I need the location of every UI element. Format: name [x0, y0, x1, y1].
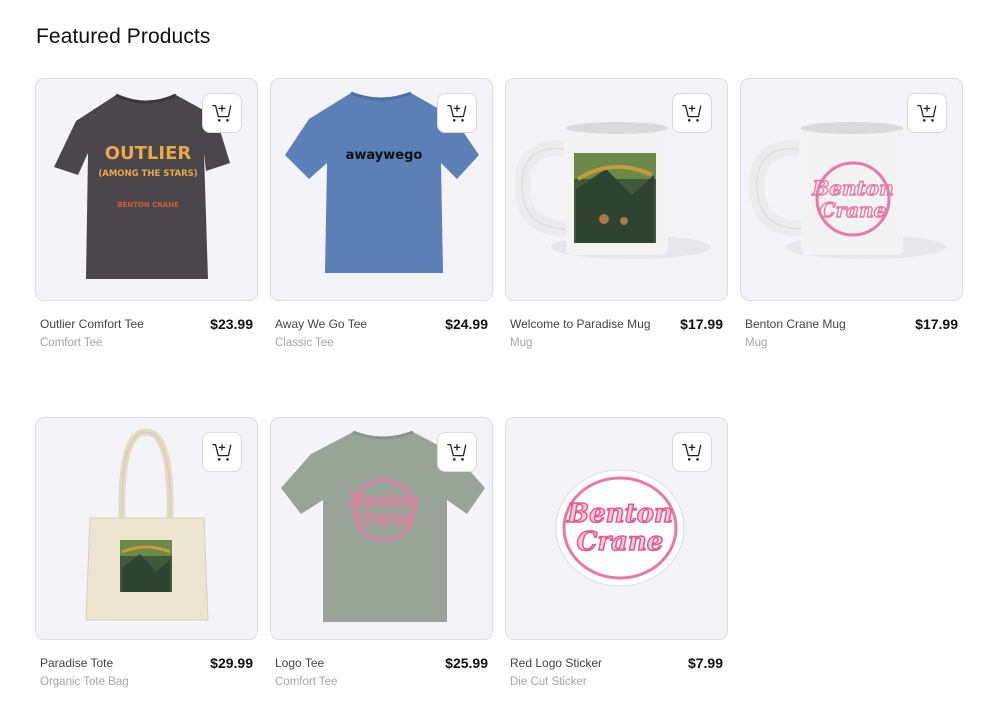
product-name[interactable]: Welcome to Paradise Mug: [510, 317, 651, 331]
art-text: awaywego: [346, 148, 423, 163]
product-type: Comfort Tee: [40, 337, 103, 349]
product-type: Die Cut Sticker: [510, 676, 587, 688]
product-card[interactable]: Benton Crane Red Logo Sticker Die Cut St…: [505, 417, 728, 691]
product-info: Welcome to Paradise Mug Mug $17.99: [505, 316, 728, 357]
product-name[interactable]: Benton Crane Mug: [745, 317, 846, 331]
product-price: $7.99: [687, 655, 723, 671]
product-card[interactable]: Benton Crane Benton Crane Mug Mug $17.99: [740, 78, 963, 352]
cart-plus-icon: [212, 444, 232, 461]
product-type: Mug: [510, 337, 533, 349]
art-text: Crane: [356, 509, 413, 529]
cart-plus-icon: [447, 105, 467, 122]
product-name[interactable]: Away We Go Tee: [275, 317, 367, 331]
product-image[interactable]: OUTLIER (AMONG THE STARS) BENTON CRANE: [35, 78, 258, 301]
product-card[interactable]: Paradise Tote Organic Tote Bag $29.99: [35, 417, 258, 691]
product-image[interactable]: awaywego: [270, 78, 493, 301]
art-text: (AMONG THE STARS): [98, 169, 197, 179]
product-price: $17.99: [915, 316, 958, 332]
product-info: Paradise Tote Organic Tote Bag $29.99: [35, 655, 258, 696]
product-card[interactable]: OUTLIER (AMONG THE STARS) BENTON CRANE O…: [35, 78, 258, 352]
product-card[interactable]: awaywego Away We Go Tee Classic Tee $24.…: [270, 78, 493, 352]
cart-plus-icon: [682, 444, 702, 461]
product-price: $17.99: [680, 316, 723, 332]
product-name[interactable]: Logo Tee: [275, 656, 324, 670]
product-image[interactable]: Benton Crane: [270, 417, 493, 640]
art-text: Benton: [566, 499, 673, 529]
cart-plus-icon: [682, 105, 702, 122]
add-to-cart-button[interactable]: [437, 93, 477, 133]
product-image[interactable]: Benton Crane: [740, 78, 963, 301]
product-price: $25.99: [445, 655, 488, 671]
product-price: $24.99: [445, 316, 488, 332]
add-to-cart-button[interactable]: [907, 93, 947, 133]
product-image[interactable]: [35, 417, 258, 640]
product-name[interactable]: Red Logo Sticker: [510, 656, 602, 670]
add-to-cart-button[interactable]: [672, 93, 712, 133]
art-text: OUTLIER: [105, 143, 192, 164]
product-price: $29.99: [210, 655, 253, 671]
add-to-cart-button[interactable]: [437, 432, 477, 472]
product-name[interactable]: Outlier Comfort Tee: [40, 317, 144, 331]
art-text: Crane: [820, 198, 887, 222]
product-card[interactable]: Benton Crane Logo Tee Comfort Tee $25.99: [270, 417, 493, 691]
add-to-cart-button[interactable]: [202, 93, 242, 133]
product-info: Benton Crane Mug Mug $17.99: [740, 316, 963, 357]
product-info: Outlier Comfort Tee Comfort Tee $23.99: [35, 316, 258, 357]
product-image[interactable]: Benton Crane: [505, 417, 728, 640]
cart-plus-icon: [917, 105, 937, 122]
product-type: Organic Tote Bag: [40, 676, 129, 688]
product-info: Away We Go Tee Classic Tee $24.99: [270, 316, 493, 357]
art-text: Benton: [811, 176, 893, 200]
cart-plus-icon: [212, 105, 232, 122]
art-text: Crane: [577, 527, 664, 557]
product-info: Red Logo Sticker Die Cut Sticker $7.99: [505, 655, 728, 696]
section-title: Featured Products: [36, 25, 211, 48]
product-image[interactable]: [505, 78, 728, 301]
product-card[interactable]: Welcome to Paradise Mug Mug $17.99: [505, 78, 728, 352]
product-grid: OUTLIER (AMONG THE STARS) BENTON CRANE O…: [35, 78, 965, 691]
product-price: $23.99: [210, 316, 253, 332]
product-type: Classic Tee: [275, 337, 334, 349]
art-text: Benton: [348, 491, 418, 511]
art-text: BENTON CRANE: [117, 201, 179, 209]
add-to-cart-button[interactable]: [672, 432, 712, 472]
product-type: Mug: [745, 337, 768, 349]
product-type: Comfort Tee: [275, 676, 338, 688]
product-name[interactable]: Paradise Tote: [40, 656, 113, 670]
add-to-cart-button[interactable]: [202, 432, 242, 472]
cart-plus-icon: [447, 444, 467, 461]
product-info: Logo Tee Comfort Tee $25.99: [270, 655, 493, 696]
